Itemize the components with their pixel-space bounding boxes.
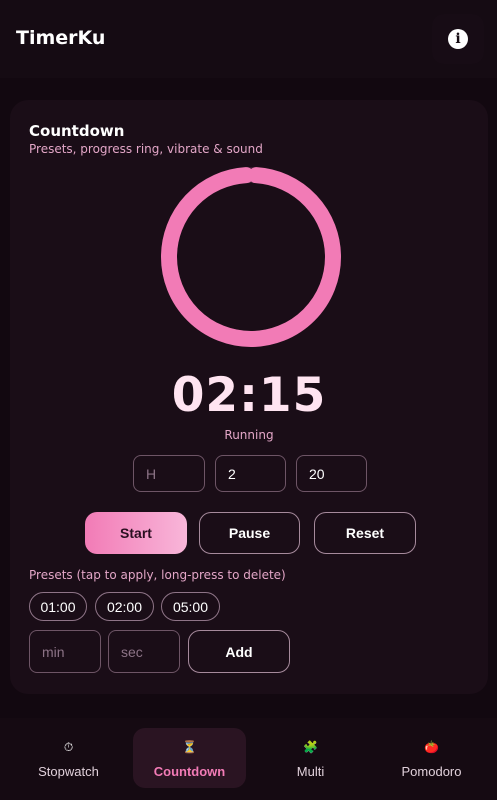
countdown-card: Countdown Presets, progress ring, vibrat… xyxy=(10,100,488,694)
seconds-input[interactable]: 20 xyxy=(296,455,367,492)
preset-chip[interactable]: 02:00 xyxy=(95,592,154,621)
puzzle-icon: 🧩 xyxy=(303,739,318,754)
progress-ring xyxy=(161,167,341,347)
preset-chip[interactable]: 05:00 xyxy=(161,592,220,621)
nav-item-multi[interactable]: 🧩 Multi xyxy=(254,728,367,788)
reset-button[interactable]: Reset xyxy=(314,512,416,554)
card-subtitle: Presets, progress ring, vibrate & sound xyxy=(29,142,263,156)
nav-item-label: Countdown xyxy=(153,763,226,779)
pause-button[interactable]: Pause xyxy=(199,512,300,554)
hours-input[interactable]: H xyxy=(133,455,205,492)
card-title: Countdown xyxy=(29,122,125,140)
app-header: TimerKu i xyxy=(0,0,497,78)
bottom-nav: ⏱ Stopwatch ⏳ Countdown 🧩 Multi 🍅 Pomodo… xyxy=(0,718,497,800)
nav-item-label: Stopwatch xyxy=(38,763,99,779)
nav-item-stopwatch[interactable]: ⏱ Stopwatch xyxy=(12,728,125,788)
preset-min-input[interactable]: min xyxy=(29,630,101,673)
hourglass-icon: ⏳ xyxy=(182,739,197,754)
nav-item-countdown[interactable]: ⏳ Countdown xyxy=(133,728,246,788)
tomato-icon: 🍅 xyxy=(424,739,439,754)
status-text: Running xyxy=(224,428,274,442)
add-preset-button[interactable]: Add xyxy=(188,630,290,673)
preset-sec-input[interactable]: sec xyxy=(108,630,180,673)
info-icon: i xyxy=(448,29,468,49)
info-button[interactable]: i xyxy=(432,14,484,64)
time-display: 02:15 xyxy=(171,368,327,423)
nav-item-pomodoro[interactable]: 🍅 Pomodoro xyxy=(375,728,488,788)
nav-item-label: Multi xyxy=(296,763,325,779)
progress-ring-fill xyxy=(161,167,341,347)
presets-label: Presets (tap to apply, long-press to del… xyxy=(29,568,286,582)
start-button[interactable]: Start xyxy=(85,512,187,554)
stopwatch-icon: ⏱ xyxy=(63,739,74,754)
preset-chip[interactable]: 01:00 xyxy=(29,592,87,621)
app-title: TimerKu xyxy=(16,27,106,49)
nav-item-label: Pomodoro xyxy=(401,763,462,779)
minutes-input[interactable]: 2 xyxy=(215,455,286,492)
